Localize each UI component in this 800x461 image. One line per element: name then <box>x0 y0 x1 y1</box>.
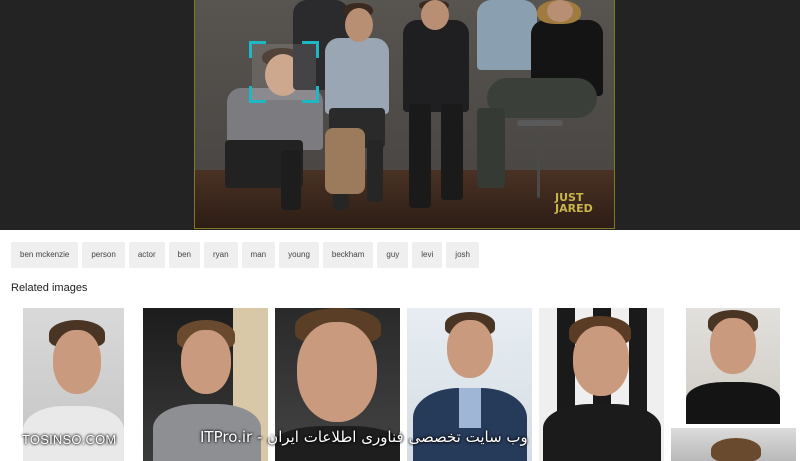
related-image-thumb[interactable] <box>686 308 780 424</box>
image-viewer: JUST JARED <box>0 0 800 230</box>
watermark-right-text: ITPro.ir - وب سایت تخصصی فناوری اطلاعات … <box>200 428 528 446</box>
tag-chip[interactable]: person <box>82 242 125 268</box>
watermark-left-text: TOSINSO.COM <box>22 432 117 447</box>
tag-chip[interactable]: ryan <box>203 242 238 268</box>
related-images-heading: Related images <box>11 282 88 294</box>
tag-list: ben mckenzie person actor ben ryan man y… <box>11 242 479 268</box>
face-detection-box[interactable] <box>249 41 319 103</box>
tag-chip[interactable]: ben <box>168 242 200 268</box>
tag-chip[interactable]: guy <box>377 242 409 268</box>
main-photo[interactable]: JUST JARED <box>194 0 615 229</box>
tag-chip[interactable]: young <box>279 242 319 268</box>
tag-chip[interactable]: man <box>241 242 276 268</box>
tag-chip[interactable]: beckham <box>322 242 374 268</box>
tag-chip[interactable]: ben mckenzie <box>11 242 79 268</box>
photo-watermark: JUST JARED <box>555 191 593 215</box>
related-image-thumb[interactable] <box>671 428 796 461</box>
tag-chip[interactable]: josh <box>446 242 479 268</box>
tag-chip[interactable]: levi <box>412 242 443 268</box>
tag-chip[interactable]: actor <box>128 242 165 268</box>
